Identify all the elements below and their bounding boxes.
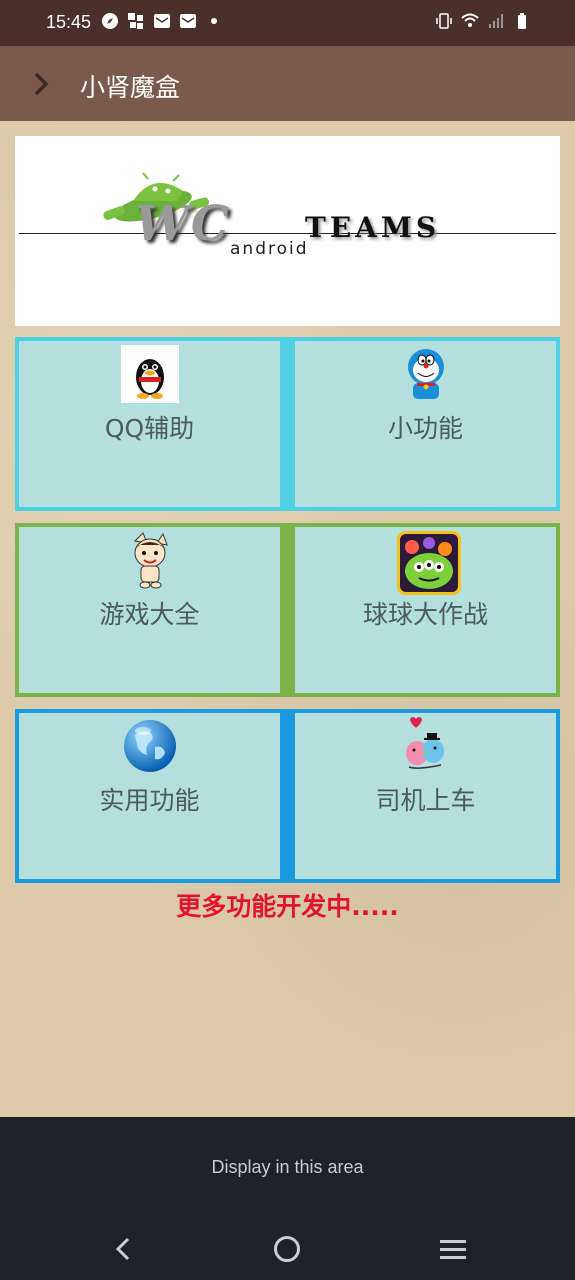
back-icon[interactable] [110, 1235, 134, 1263]
ad-banner-area: Display in this area [0, 1117, 575, 1280]
wifi-icon [461, 12, 479, 30]
home-icon[interactable] [274, 1236, 300, 1262]
status-time: 15:45 [46, 12, 92, 32]
main-content: WC TEAMS android QQ辅助 小功能 游戏大全 球球大作战 实用功… [0, 121, 575, 1117]
more-features-note: 更多功能开发中..... [176, 892, 399, 921]
battery-icon [513, 12, 531, 30]
cartoon-character-icon [121, 531, 179, 589]
tile-driver-board[interactable]: 司机上车 [295, 713, 556, 879]
qq-penguin-icon [120, 345, 179, 403]
mail-icon [179, 12, 197, 30]
tile-games[interactable]: 游戏大全 [19, 527, 280, 693]
tile-label: QQ辅助 [104, 414, 195, 443]
menu-row-1: QQ辅助 小功能 [15, 337, 560, 511]
compass-icon [101, 12, 119, 30]
page-title: 小肾魔盒 [80, 73, 181, 102]
balls-game-icon [396, 531, 461, 595]
menu-row-3: 实用功能 司机上车 [15, 709, 560, 883]
wc-teams-banner: WC TEAMS android [15, 136, 560, 326]
tile-small-features[interactable]: 小功能 [295, 341, 556, 507]
chevron-right-icon[interactable] [30, 70, 54, 98]
app-toolbar: 小肾魔盒 [0, 46, 575, 121]
globe-icon [121, 717, 179, 775]
notification-icons [101, 12, 223, 30]
menu-icon[interactable] [440, 1238, 466, 1260]
tile-label: 球球大作战 [362, 600, 488, 629]
status-bar: 15:45 [0, 0, 575, 46]
tile-label: 游戏大全 [99, 600, 200, 629]
dot-icon [205, 12, 223, 30]
tile-label: 实用功能 [99, 786, 200, 815]
system-icons [435, 12, 531, 30]
banner-teams-text: TEAMS [305, 211, 441, 244]
vibrate-icon [435, 12, 453, 30]
ad-placeholder-text: Display in this area [211, 1157, 364, 1177]
mail-icon [153, 12, 171, 30]
tile-practical-functions[interactable]: 实用功能 [19, 713, 280, 879]
tile-label: 小功能 [387, 414, 463, 443]
signal-icon [487, 12, 505, 30]
tile-ball-battle[interactable]: 球球大作战 [295, 527, 556, 693]
app-icon [127, 12, 145, 30]
menu-row-2: 游戏大全 球球大作战 [15, 523, 560, 697]
banner-wc-text: WC [135, 196, 232, 252]
banner-android-text: android [230, 239, 309, 259]
tile-qq-assist[interactable]: QQ辅助 [19, 341, 280, 507]
doraemon-icon [397, 345, 455, 403]
birds-love-icon [397, 717, 455, 775]
tile-label: 司机上车 [375, 786, 476, 815]
